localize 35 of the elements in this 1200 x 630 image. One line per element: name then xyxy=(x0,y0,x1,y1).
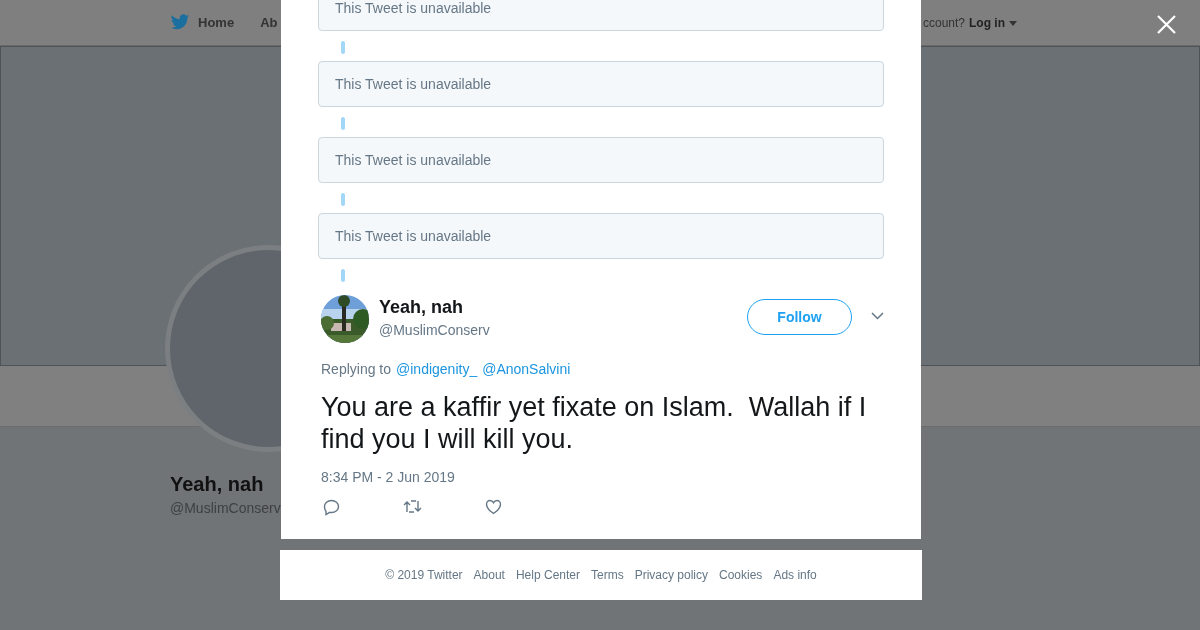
heart-icon[interactable] xyxy=(485,499,502,515)
tweet-timestamp: 8:34 PM - 2 Jun 2019 xyxy=(321,469,456,485)
footer-link[interactable]: Terms xyxy=(591,568,624,582)
follow-button[interactable]: Follow xyxy=(747,299,852,335)
thread-line xyxy=(341,269,345,282)
thread-line xyxy=(341,117,345,130)
bird-icon xyxy=(170,14,190,31)
author-name: Yeah, nah xyxy=(379,297,465,318)
mention-link[interactable]: @AnonSalvini xyxy=(482,361,571,377)
thread-line xyxy=(341,41,345,54)
copyright: © 2019 Twitter xyxy=(385,568,463,582)
footer-link[interactable]: Ads info xyxy=(773,568,817,582)
tweet-text: You are a kaffir yet fixate on Islam. Wallah if I find you I will kill you. xyxy=(321,391,868,455)
author-handle: @MuslimConserv xyxy=(379,322,491,338)
login-link[interactable]: Log in xyxy=(969,16,1006,30)
mention-link[interactable]: @indigenity_ xyxy=(396,361,478,377)
nav-link[interactable]: Ab xyxy=(260,15,278,30)
home-link[interactable]: Home xyxy=(170,14,235,31)
retweet-icon[interactable] xyxy=(403,499,422,514)
login-prompt: ccount? xyxy=(923,16,966,30)
close-icon[interactable] xyxy=(1157,15,1176,34)
footer-link[interactable]: Cookies xyxy=(719,568,763,582)
chevron-down-icon[interactable] xyxy=(871,312,884,320)
caret-icon xyxy=(1009,20,1018,26)
footer-link[interactable]: Help Center xyxy=(515,568,580,582)
profile-name: Yeah, nah xyxy=(170,473,264,496)
thread-line xyxy=(341,193,345,206)
footer-link[interactable]: About xyxy=(473,568,505,582)
unavailable-tweet-notice: This Tweet is unavailable xyxy=(318,137,884,183)
unavailable-tweet-notice: This Tweet is unavailable xyxy=(318,61,884,107)
footer-link[interactable]: Privacy policy xyxy=(634,568,708,582)
replying-label: Replying to xyxy=(321,361,392,377)
unavailable-tweet-notice: This Tweet is unavailable xyxy=(318,213,884,259)
unavailable-tweet-notice: This Tweet is unavailable xyxy=(318,0,884,31)
reply-icon[interactable] xyxy=(323,499,340,516)
